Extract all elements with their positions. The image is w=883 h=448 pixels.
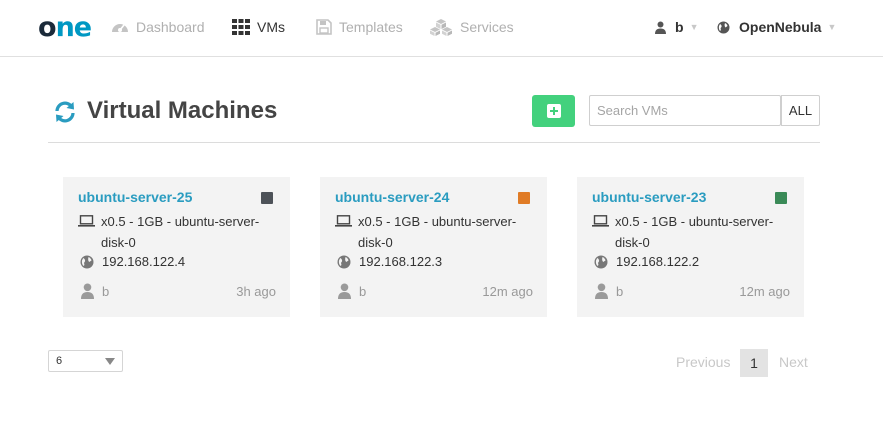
vm-owner-row: b — [595, 283, 623, 299]
vm-spec-text: x0.5 - 1GB - ubuntu-server-disk-0 — [101, 214, 260, 250]
vm-spec-row: x0.5 - 1GB - ubuntu-server-disk-0 — [78, 211, 278, 253]
opennebula-logo[interactable]: one — [38, 10, 92, 44]
nav-services[interactable]: Services — [429, 16, 514, 38]
filter-all-label: ALL — [788, 103, 813, 118]
vm-age: 12m ago — [482, 284, 533, 299]
vm-name-link[interactable]: ubuntu-server-23 — [592, 189, 706, 205]
save-icon — [316, 19, 332, 35]
page-header: Virtual Machines ALL — [48, 95, 820, 143]
globe-icon — [337, 255, 351, 268]
nav-templates-label: Templates — [339, 19, 403, 35]
vm-ip-row: 192.168.122.2 — [594, 254, 699, 269]
vm-card[interactable]: ubuntu-server-25 x0.5 - 1GB - ubuntu-ser… — [63, 177, 290, 317]
zone-menu[interactable]: OpenNebula ▼ — [717, 16, 836, 38]
nav-services-label: Services — [460, 19, 514, 35]
globe-icon — [717, 21, 730, 33]
laptop-icon — [78, 215, 95, 227]
cubes-icon — [430, 19, 452, 36]
vm-ip-row: 192.168.122.4 — [80, 254, 185, 269]
logo-text-n: n — [55, 11, 75, 43]
vm-owner-row: b — [81, 283, 109, 299]
vm-state-indicator — [775, 192, 787, 204]
refresh-icon[interactable] — [53, 100, 77, 124]
user-menu[interactable]: b ▼ — [655, 16, 698, 38]
nav-vms-label: VMs — [257, 19, 285, 35]
add-vm-button[interactable] — [532, 95, 575, 127]
vm-state-indicator — [261, 192, 273, 204]
user-icon — [655, 21, 666, 34]
vm-spec-text: x0.5 - 1GB - ubuntu-server-disk-0 — [358, 214, 517, 250]
vm-age: 12m ago — [739, 284, 790, 299]
user-icon — [81, 283, 94, 299]
page-size-value: 6 — [56, 355, 63, 367]
nav-templates[interactable]: Templates — [316, 16, 403, 38]
vm-name-link[interactable]: ubuntu-server-24 — [335, 189, 449, 205]
dashboard-icon — [112, 24, 128, 32]
vm-owner: b — [616, 283, 624, 299]
search-input[interactable] — [589, 95, 781, 126]
nav-dashboard-label: Dashboard — [136, 19, 205, 35]
logo-text-e: e — [73, 11, 92, 43]
logo-text-o: o — [38, 11, 57, 43]
pagination-page-1[interactable]: 1 — [740, 349, 768, 377]
chevron-down-icon: ▼ — [827, 22, 837, 32]
user-icon — [338, 283, 351, 299]
grid-icon — [232, 19, 250, 35]
filter-all-button[interactable]: ALL — [781, 95, 820, 126]
pagination-next[interactable]: Next — [779, 354, 808, 370]
laptop-icon — [592, 215, 609, 227]
vm-name-link[interactable]: ubuntu-server-25 — [78, 189, 192, 205]
vm-ip: 192.168.122.3 — [359, 254, 443, 269]
vm-state-indicator — [518, 192, 530, 204]
laptop-icon — [335, 215, 352, 227]
pagination-previous[interactable]: Previous — [676, 354, 730, 370]
page-size-select[interactable]: 6 — [48, 350, 123, 372]
vm-card[interactable]: ubuntu-server-24 x0.5 - 1GB - ubuntu-ser… — [320, 177, 547, 317]
chevron-down-icon: ▼ — [689, 22, 699, 32]
globe-icon — [80, 255, 94, 268]
vm-spec-row: x0.5 - 1GB - ubuntu-server-disk-0 — [335, 211, 535, 253]
chevron-down-icon — [105, 358, 115, 365]
vm-age: 3h ago — [236, 284, 276, 299]
globe-icon — [594, 255, 608, 268]
vm-owner: b — [102, 283, 110, 299]
vm-spec-text: x0.5 - 1GB - ubuntu-server-disk-0 — [615, 214, 774, 250]
user-name: b — [675, 19, 684, 35]
top-navbar: one Dashboard VMs Templates Services b ▼… — [0, 0, 883, 57]
user-icon — [595, 283, 608, 299]
plus-icon — [546, 104, 561, 118]
vm-owner-row: b — [338, 283, 366, 299]
vm-ip: 192.168.122.2 — [616, 254, 700, 269]
zone-name: OpenNebula — [739, 19, 822, 35]
nav-vms[interactable]: VMs — [232, 16, 285, 38]
nav-dashboard[interactable]: Dashboard — [111, 16, 205, 38]
vm-spec-row: x0.5 - 1GB - ubuntu-server-disk-0 — [592, 211, 792, 253]
vm-ip: 192.168.122.4 — [102, 254, 186, 269]
vm-owner: b — [359, 283, 367, 299]
vm-card[interactable]: ubuntu-server-23 x0.5 - 1GB - ubuntu-ser… — [577, 177, 804, 317]
page-title: Virtual Machines — [87, 97, 278, 124]
vm-ip-row: 192.168.122.3 — [337, 254, 442, 269]
